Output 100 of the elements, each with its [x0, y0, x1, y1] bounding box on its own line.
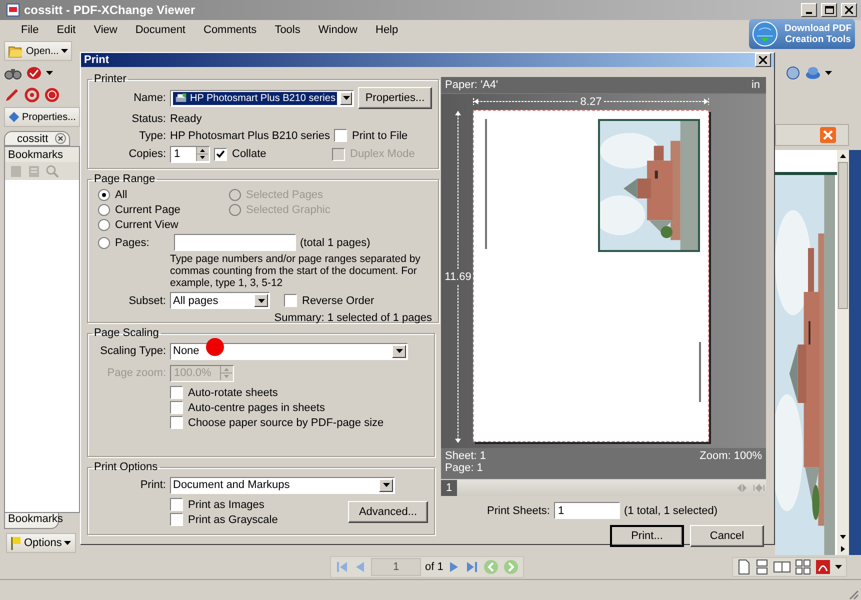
- scaling-select[interactable]: None: [170, 342, 408, 360]
- checkbox-label: Print to File: [352, 130, 408, 142]
- checkbox[interactable]: [214, 148, 227, 160]
- continuous-page-icon[interactable]: [755, 559, 769, 575]
- menu-item[interactable]: Help: [366, 22, 408, 38]
- cancel-button[interactable]: Cancel: [690, 525, 764, 547]
- fine-print-drawing: [698, 342, 702, 402]
- document-tab[interactable]: cossitt: [4, 131, 70, 146]
- download-banner[interactable]: Download PDF Creation Tools: [749, 19, 855, 49]
- printer-select[interactable]: HP Photosmart Plus B210 series: [170, 90, 354, 106]
- print-sheets-field[interactable]: 1: [554, 502, 620, 519]
- maximize-icon: [824, 6, 834, 14]
- menu-item[interactable]: Document: [126, 22, 194, 38]
- caret-icon: [825, 71, 832, 75]
- properties-button[interactable]: Properties...: [4, 107, 80, 127]
- print-content-select[interactable]: Document and Markups: [170, 476, 395, 494]
- click-marker: [206, 338, 224, 356]
- radio-label: Pages:: [115, 236, 150, 248]
- menu-item[interactable]: Comments: [194, 22, 266, 38]
- menu-item[interactable]: File: [12, 22, 48, 38]
- close-button[interactable]: [841, 3, 857, 17]
- menu-item[interactable]: Window: [309, 22, 366, 38]
- checkbox[interactable]: [170, 513, 183, 526]
- radio-label: Selected Graphic: [246, 204, 330, 216]
- radio-label: Selected Pages: [246, 188, 324, 200]
- group-title: Page Scaling: [93, 327, 160, 339]
- close-icon: [845, 6, 853, 14]
- pdf-icon[interactable]: [815, 559, 831, 575]
- caret-icon: [835, 565, 842, 569]
- grid-pages-icon[interactable]: [795, 559, 811, 575]
- radio-button[interactable]: [98, 218, 110, 230]
- hint-text: Type page numbers and/or page ranges separated by commas counting from the start of the document. For example, type 1, 3, 5-12: [170, 253, 422, 289]
- spin-arrows-icon[interactable]: [197, 147, 208, 161]
- menu-item[interactable]: Tools: [266, 22, 310, 38]
- units-label: in: [751, 78, 760, 91]
- checkbox[interactable]: [170, 416, 183, 429]
- field-label: Name:: [132, 92, 166, 104]
- properties-button[interactable]: Properties...: [358, 87, 432, 109]
- radio-label: Current View: [115, 218, 178, 230]
- checkbox[interactable]: [334, 129, 347, 142]
- checkbox-label: Auto-rotate sheets: [188, 386, 278, 398]
- page-number-field[interactable]: 1: [371, 558, 421, 576]
- zoom-level: Zoom: 100%: [700, 450, 762, 464]
- checkbox-label: Duplex Mode: [350, 148, 415, 160]
- window-title: cossitt - PDF-XChange Viewer: [24, 3, 196, 17]
- caret-icon: [64, 541, 71, 545]
- field-label: Print:: [139, 479, 166, 491]
- dropdown-button[interactable]: [392, 344, 406, 358]
- caret-icon: [382, 483, 390, 487]
- caret-icon: [342, 96, 350, 100]
- advanced-button[interactable]: Advanced...: [348, 501, 428, 523]
- copies-spinner[interactable]: 1: [170, 146, 210, 162]
- diamond-icon: [8, 111, 20, 123]
- dropdown-button[interactable]: [340, 92, 352, 104]
- type-value: HP Photosmart Plus B210 series: [170, 130, 330, 142]
- close-icon: [759, 56, 767, 64]
- selected-text: HP Photosmart Plus B210 series: [173, 92, 338, 104]
- facing-pages-icon[interactable]: [773, 559, 791, 575]
- panel-title: Bookmarks: [8, 148, 64, 160]
- field-label: Page zoom:: [106, 367, 166, 379]
- resize-grip-icon[interactable]: [847, 588, 859, 600]
- close-icon[interactable]: [55, 133, 66, 144]
- dropdown-button[interactable]: [254, 294, 268, 307]
- checkbox-label: Print as Images: [188, 498, 264, 510]
- checkbox[interactable]: [170, 401, 183, 414]
- sheet-tab[interactable]: 1: [441, 480, 457, 496]
- pencil-icon[interactable]: [4, 87, 20, 103]
- checkmark-icon: [216, 150, 225, 158]
- checkbox[interactable]: [284, 294, 297, 307]
- menu-item[interactable]: View: [84, 22, 126, 38]
- radio-button[interactable]: [98, 188, 110, 200]
- group-title: Print Options: [93, 461, 159, 473]
- pages-field[interactable]: [174, 234, 296, 251]
- field-label: Status:: [130, 112, 166, 124]
- maximize-button[interactable]: [821, 3, 837, 17]
- close-button[interactable]: [755, 53, 771, 67]
- open-button[interactable]: Open...: [4, 41, 72, 61]
- scrollbar-thumb[interactable]: [838, 162, 848, 309]
- group-title: Page Range: [93, 173, 156, 185]
- menu-item[interactable]: Edit: [48, 22, 85, 38]
- subset-select[interactable]: All pages: [170, 292, 270, 309]
- summary-text: Summary: 1 selected of 1 pages: [274, 312, 432, 324]
- options-button[interactable]: Options: [6, 533, 76, 553]
- minimize-button[interactable]: [801, 3, 817, 17]
- single-page-icon[interactable]: [737, 559, 751, 575]
- checkbox-label: Choose paper source by PDF-page size: [188, 416, 384, 428]
- page-number: Page: 1: [445, 462, 484, 474]
- radio-button[interactable]: [98, 236, 110, 248]
- dropdown-button[interactable]: [379, 478, 393, 492]
- radio-label: All: [115, 188, 128, 200]
- checkbox[interactable]: [170, 498, 183, 511]
- last-page-icon[interactable]: [465, 560, 480, 574]
- checkbox-label: Reverse Order: [302, 294, 374, 306]
- radio-button[interactable]: [98, 204, 110, 216]
- binoculars-icon[interactable]: [4, 66, 22, 80]
- field-label: Scaling Type:: [99, 345, 166, 357]
- width-value: 8.27: [580, 96, 602, 108]
- checkbox[interactable]: [170, 386, 183, 399]
- caret-icon: [396, 349, 402, 353]
- print-button[interactable]: Print...: [610, 525, 684, 547]
